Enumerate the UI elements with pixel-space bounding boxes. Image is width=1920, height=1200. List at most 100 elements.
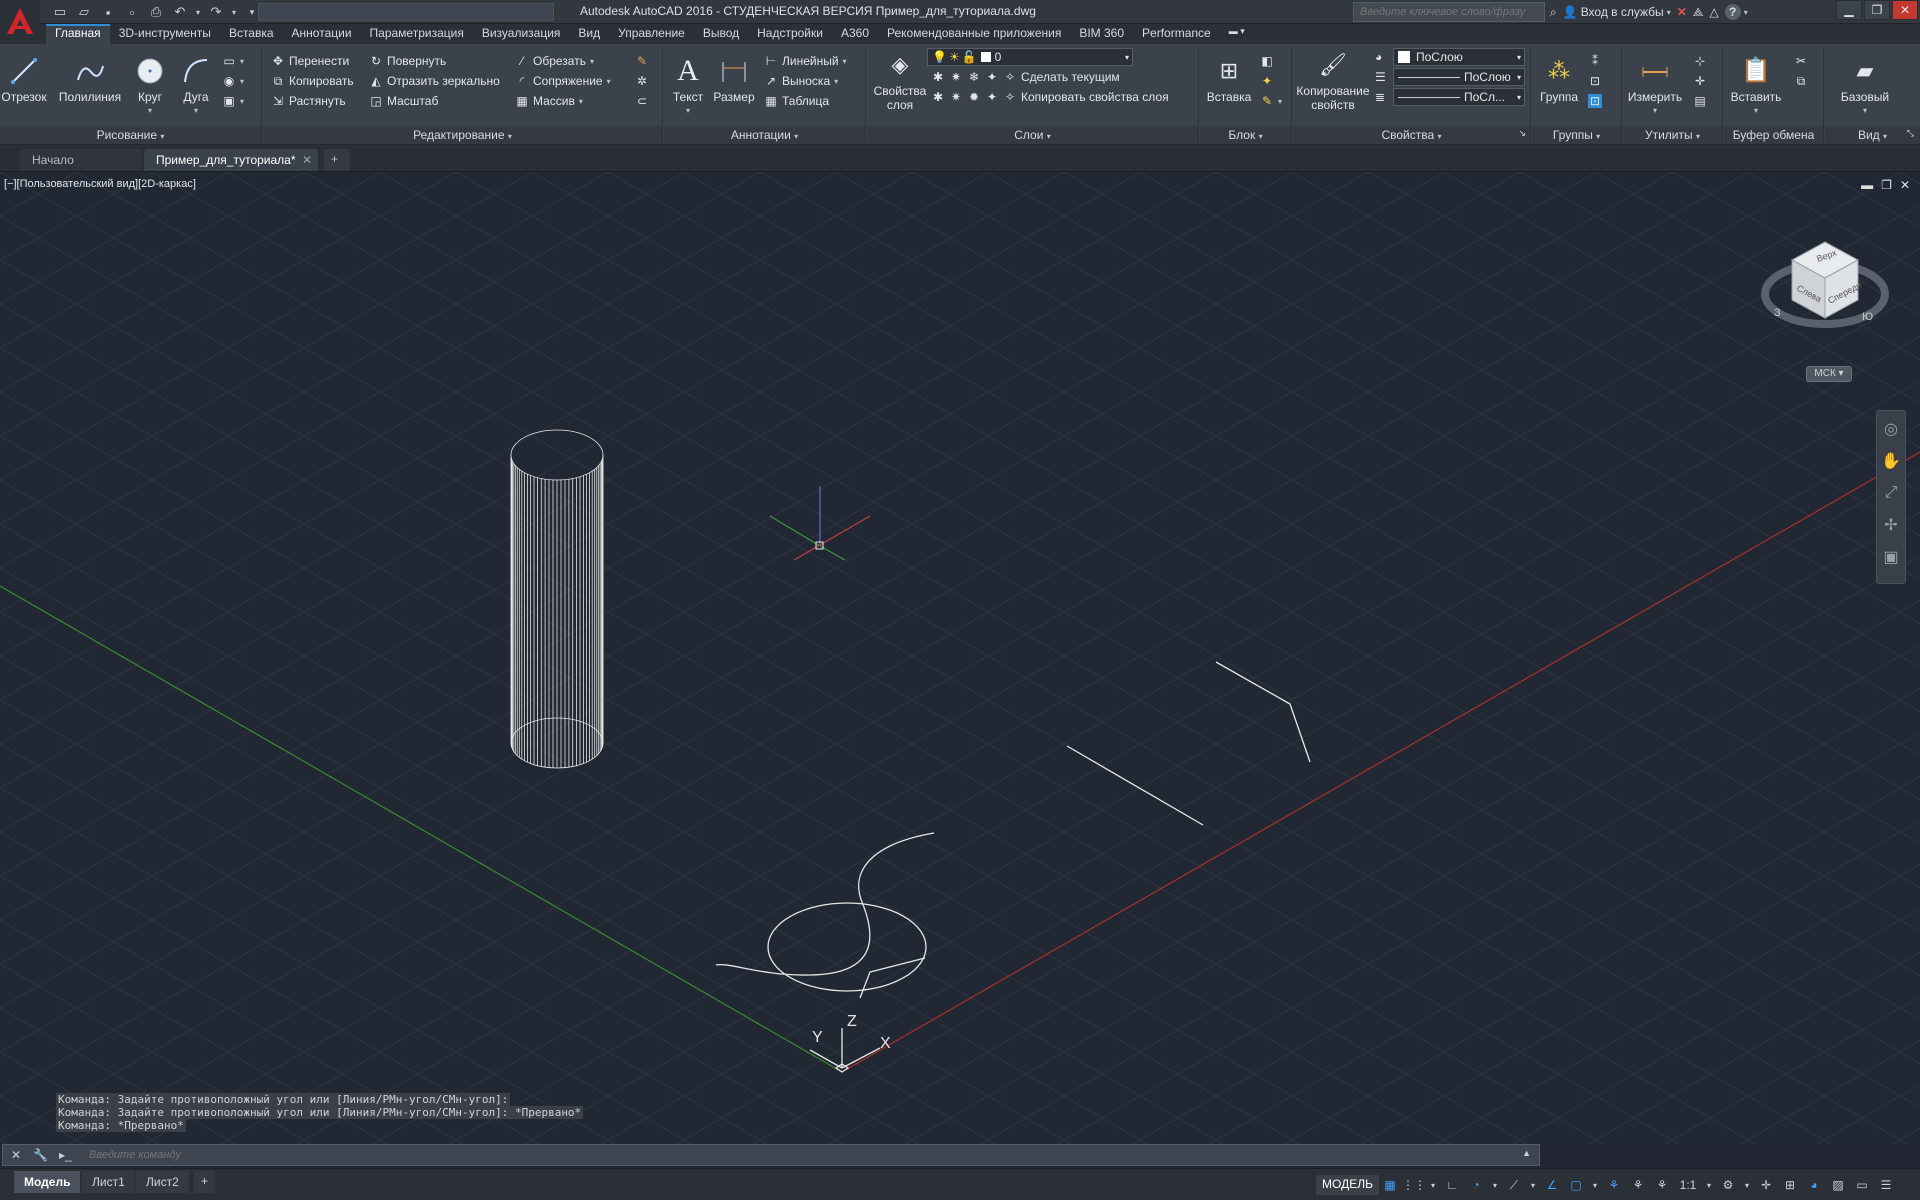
polyline-button[interactable]: Полилиния — [54, 54, 126, 104]
help-search-input[interactable] — [1353, 2, 1545, 22]
copy-button[interactable]: ⧉ Копировать — [271, 74, 354, 89]
exchange-apps-icon[interactable]: ✕ — [1677, 5, 1687, 19]
viewport-minimize-icon[interactable]: ▬ — [1861, 178, 1873, 192]
help-button[interactable]: ? ▾ — [1724, 4, 1748, 20]
tab-parametric[interactable]: Параметризация — [361, 24, 473, 44]
base-view-button[interactable]: ▰ Базовый ▾ — [1835, 54, 1895, 118]
autodesk-icon[interactable]: △ — [1709, 5, 1718, 19]
auto-scale-icon[interactable]: ⚘ — [1628, 1175, 1648, 1195]
restore-button[interactable]: ❐ — [1864, 0, 1890, 20]
command-history-toggle-icon[interactable]: ▲ — [1522, 1148, 1531, 1158]
workspace-gear-icon[interactable]: ⚙ — [1718, 1175, 1738, 1195]
panel-annotation-footer[interactable]: Аннотации ▾ — [664, 126, 865, 144]
tab-insert[interactable]: Вставка — [220, 24, 283, 44]
viewport-close-icon[interactable]: ✕ — [1900, 178, 1910, 192]
offset-button[interactable]: ⊂ — [635, 94, 649, 108]
match-layer-button[interactable]: Копировать свойства слоя — [1021, 90, 1169, 104]
panel-draw-footer[interactable]: Рисование ▾ — [0, 126, 261, 144]
table-button[interactable]: ▦ Таблица — [764, 94, 829, 108]
line-button[interactable]: Отрезок — [1, 54, 47, 104]
undo-icon[interactable]: ↶ — [170, 3, 190, 21]
tab-bim360[interactable]: BIM 360 — [1070, 24, 1133, 44]
circle-dropdown-icon[interactable]: ▾ — [148, 104, 152, 118]
annotation-visibility-icon[interactable]: ⚘ — [1604, 1175, 1624, 1195]
binoculars-icon[interactable]: ⌕ — [1550, 5, 1557, 20]
tab-3d-tools[interactable]: 3D-инструменты — [110, 24, 220, 44]
annotation-scale-value[interactable]: 1:1 — [1676, 1175, 1700, 1195]
signin-button[interactable]: 👤 Вход в службы ▾ — [1563, 5, 1671, 19]
lineweight-dropdown[interactable]: ПоСл... ▾ — [1393, 88, 1525, 106]
tab-view[interactable]: Вид — [569, 24, 609, 44]
dimension-button[interactable]: Размер — [712, 54, 756, 104]
workspace-selector[interactable] — [258, 3, 554, 21]
panel-view-footer[interactable]: Вид ▾ ⤡ — [1825, 126, 1920, 144]
isodraft-icon[interactable]: ⟋ — [1504, 1175, 1524, 1195]
snap-mode-icon[interactable]: ⋮⋮ — [1402, 1175, 1426, 1195]
object-snap-tracking-icon[interactable]: ∠ — [1542, 1175, 1562, 1195]
add-layout-button[interactable]: + — [194, 1171, 216, 1193]
steering-wheel-icon[interactable]: ◎ — [1877, 415, 1905, 443]
command-input[interactable] — [89, 1147, 1509, 1163]
ribbon-minimize-toggle[interactable]: ▬ ▾ — [1220, 24, 1254, 44]
stretch-button[interactable]: ⇲ Растянуть — [271, 94, 346, 108]
layer-properties-button[interactable]: ◈ Свойства слоя — [869, 48, 931, 113]
ungroup-button[interactable]: ⁑ — [1588, 54, 1602, 68]
rotate-button[interactable]: ↻ Повернуть — [369, 54, 446, 68]
isolate-objects-icon[interactable]: ◕ — [1804, 1175, 1824, 1195]
hardware-acceleration-icon[interactable]: ▨ — [1828, 1175, 1848, 1195]
pan-hand-icon[interactable]: ✋ — [1877, 447, 1905, 475]
explode-button[interactable]: ✲ — [635, 74, 649, 88]
layer-on-icon[interactable]: ✱ — [931, 90, 945, 104]
mirror-button[interactable]: ◭ Отразить зеркально — [369, 74, 499, 88]
close-command-line-icon[interactable]: ✕ — [11, 1148, 21, 1162]
color-dropdown[interactable]: ПоСлою ▾ — [1393, 48, 1525, 66]
trim-button[interactable]: ⁄ Обрезать ▾ — [515, 54, 594, 68]
application-menu-button[interactable] — [0, 0, 40, 42]
fillet-button[interactable]: ◜ Сопряжение ▾ — [515, 74, 611, 88]
paste-button[interactable]: 📋 Вставить ▾ — [1726, 54, 1786, 118]
tab-home[interactable]: Главная — [46, 24, 110, 44]
panel-properties-footer[interactable]: Свойства ▾ ↘ — [1293, 126, 1530, 144]
tab-performance[interactable]: Performance — [1133, 24, 1220, 44]
new-file-icon[interactable]: ▭ — [50, 3, 70, 21]
tab-a360[interactable]: A360 — [832, 24, 878, 44]
measure-button[interactable]: Измерить ▾ — [1625, 54, 1685, 118]
layout-tab-model[interactable]: Модель — [14, 1171, 81, 1193]
tab-featured-apps[interactable]: Рекомендованные приложения — [878, 24, 1070, 44]
minimize-button[interactable]: ▁ — [1836, 0, 1862, 20]
ortho-icon[interactable]: ∟ — [1442, 1175, 1462, 1195]
drawing-viewport[interactable]: Y X Z [−][Пользовательский вид][2D-карка… — [0, 172, 1920, 1144]
layer-lock-icon[interactable]: ✦ — [985, 70, 999, 84]
layer-dropdown[interactable]: 💡 ☀ 🔓 0 ▾ — [927, 48, 1133, 66]
customize-wrench-icon[interactable]: 🔧 — [33, 1148, 48, 1162]
make-current-button[interactable]: Сделать текущим — [1021, 70, 1120, 84]
linear-dimension-button[interactable]: ⊢ Линейный ▾ — [764, 54, 847, 68]
model-space-button[interactable]: МОДЕЛЬ — [1316, 1175, 1379, 1195]
snap-dropdown-icon[interactable]: ▾ — [1428, 1175, 1438, 1195]
add-scale-icon[interactable]: ✛ — [1756, 1175, 1776, 1195]
polar-tracking-icon[interactable]: ◔ — [1466, 1175, 1486, 1195]
group-selection-button[interactable]: ⊡ — [1588, 94, 1602, 108]
calculator-button[interactable]: ▤ — [1693, 94, 1707, 108]
scale-dropdown-icon[interactable]: ▾ — [1704, 1175, 1714, 1195]
doc-tab-drawing[interactable]: Пример_для_туториала* ✕ — [144, 149, 318, 171]
attribute-button[interactable]: ✎ ▾ — [1260, 94, 1282, 108]
circle-button[interactable]: Круг ▾ — [132, 54, 168, 118]
cut-button[interactable]: ✂ — [1794, 54, 1808, 68]
panel-utilities-footer[interactable]: Утилиты ▾ — [1623, 126, 1722, 144]
save-icon[interactable]: ▪ — [98, 3, 118, 21]
layer-unlock-icon[interactable]: ✦ — [985, 90, 999, 104]
viewcube[interactable]: Верх Слева Спереди З Ю — [1760, 232, 1890, 342]
layer-isolate-icon[interactable]: ✷ — [949, 70, 963, 84]
create-block-button[interactable]: ◧ — [1260, 54, 1274, 68]
boundary-button[interactable]: ▣ ▾ — [222, 94, 244, 108]
match-properties-button[interactable]: 🖌 Копирование свойств — [1293, 48, 1373, 113]
leader-button[interactable]: ↗ Выноска ▾ — [764, 74, 838, 88]
arc-button[interactable]: Дуга ▾ — [178, 54, 214, 118]
linetype-dropdown[interactable]: ПоСлою ▾ — [1393, 68, 1525, 86]
undo-dropdown-icon[interactable]: ▾ — [194, 3, 202, 21]
layout-tab-sheet1[interactable]: Лист1 — [82, 1171, 135, 1193]
new-tab-button[interactable]: + — [324, 149, 350, 171]
grid-display-icon[interactable]: ▦ — [1380, 1175, 1400, 1195]
layer-unisolate-icon[interactable]: ✷ — [949, 90, 963, 104]
